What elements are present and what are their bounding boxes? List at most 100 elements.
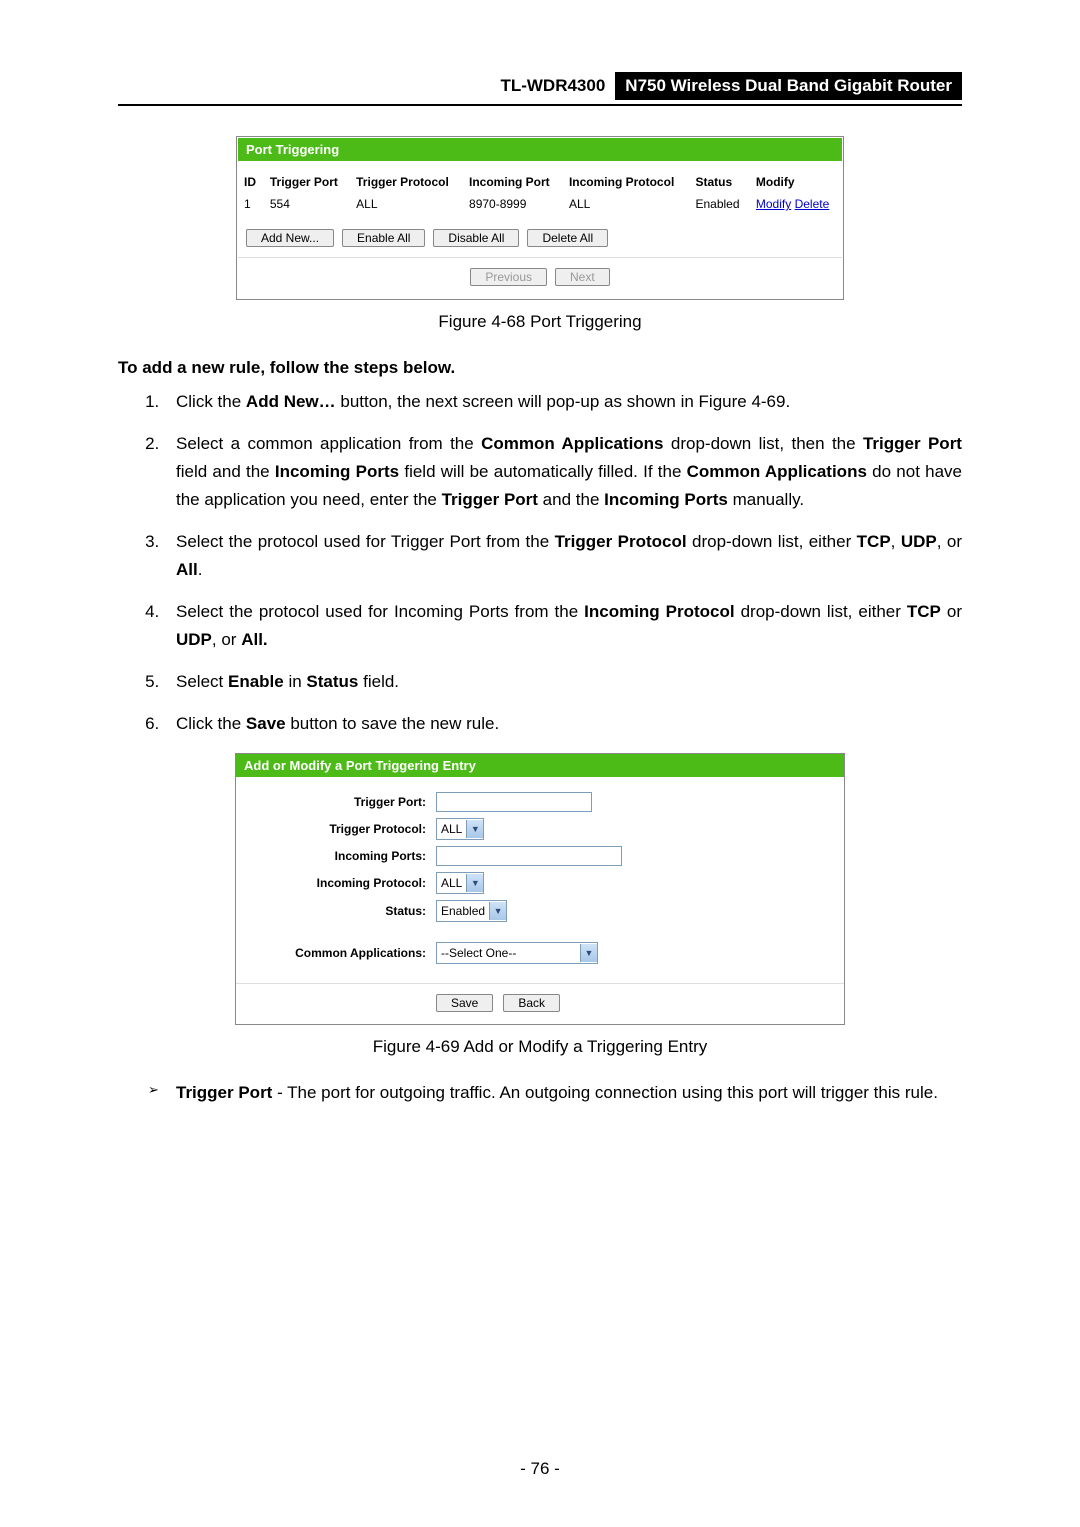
text-bold: UDP [901, 532, 937, 551]
add-modify-panel: Add or Modify a Port Triggering Entry Tr… [235, 753, 845, 1025]
step-6: Click the Save button to save the new ru… [164, 710, 962, 738]
bullet-trigger-port: Trigger Port - The port for outgoing tra… [148, 1079, 962, 1107]
trigger-protocol-select[interactable]: ALL ▼ [436, 818, 484, 840]
text: drop-down list, then the [664, 434, 863, 453]
cell-modify: Modify Delete [750, 193, 842, 215]
add-new-button[interactable]: Add New... [246, 229, 334, 247]
text-bold: Common Applications [481, 434, 663, 453]
text-bold: All [176, 560, 198, 579]
port-triggering-table: ID Trigger Port Trigger Protocol Incomin… [238, 171, 842, 215]
common-applications-select[interactable]: --Select One-- ▼ [436, 942, 598, 964]
text: button to save the new rule. [286, 714, 500, 733]
text-bold: TCP [857, 532, 891, 551]
text: manually. [728, 490, 804, 509]
step-5: Select Enable in Status field. [164, 668, 962, 696]
text-bold: Trigger Port [863, 434, 962, 453]
text-bold: Trigger Port [176, 1083, 272, 1102]
table-header-row: ID Trigger Port Trigger Protocol Incomin… [238, 171, 842, 193]
text-bold: Add New… [246, 392, 336, 411]
text: Select a common application from the [176, 434, 481, 453]
cell-incoming-protocol: ALL [563, 193, 690, 215]
page: TL-WDR4300 N750 Wireless Dual Band Gigab… [0, 0, 1080, 1527]
panel-title: Port Triggering [238, 138, 842, 161]
table-row: 1 554 ALL 8970-8999 ALL Enabled Modify D… [238, 193, 842, 215]
disable-all-button[interactable]: Disable All [433, 229, 519, 247]
col-trigger-protocol: Trigger Protocol [350, 171, 463, 193]
text: . [198, 560, 203, 579]
intro-heading: To add a new rule, follow the steps belo… [118, 354, 962, 382]
select-value: ALL [437, 876, 466, 890]
button-row: Add New... Enable All Disable All Delete… [238, 215, 842, 257]
delete-link[interactable]: Delete [795, 197, 830, 211]
col-trigger-port: Trigger Port [264, 171, 350, 193]
select-value: ALL [437, 822, 466, 836]
text-bold: UDP [176, 630, 212, 649]
text-bold: Save [246, 714, 286, 733]
text: , or [212, 630, 241, 649]
select-value: Enabled [437, 904, 489, 918]
form-row-trigger-protocol: Trigger Protocol: ALL ▼ [236, 815, 844, 843]
text: , [891, 532, 901, 551]
form-actions: Save Back [236, 983, 844, 1024]
panel-title: Add or Modify a Port Triggering Entry [236, 754, 844, 777]
text-bold: Status [306, 672, 358, 691]
col-id: ID [238, 171, 264, 193]
header-line: TL-WDR4300 N750 Wireless Dual Band Gigab… [118, 72, 962, 106]
model-label: TL-WDR4300 [500, 76, 605, 96]
save-button[interactable]: Save [436, 994, 493, 1012]
trigger-port-input[interactable] [436, 792, 592, 812]
text: drop-down list, either [735, 602, 907, 621]
text-bold: Enable [228, 672, 284, 691]
col-incoming-protocol: Incoming Protocol [563, 171, 690, 193]
label-common-applications: Common Applications: [236, 946, 436, 960]
cell-trigger-protocol: ALL [350, 193, 463, 215]
product-label: N750 Wireless Dual Band Gigabit Router [615, 72, 962, 100]
text: Select [176, 672, 228, 691]
text: field and the [176, 462, 275, 481]
text: , or [937, 532, 962, 551]
next-button[interactable]: Next [555, 268, 610, 286]
step-2: Select a common application from the Com… [164, 430, 962, 514]
enable-all-button[interactable]: Enable All [342, 229, 425, 247]
label-incoming-protocol: Incoming Protocol: [236, 876, 436, 890]
text: Select the protocol used for Trigger Por… [176, 532, 555, 551]
step-1: Click the Add New… button, the next scre… [164, 388, 962, 416]
select-value: --Select One-- [437, 946, 520, 960]
figure-caption-2: Figure 4-69 Add or Modify a Triggering E… [118, 1037, 962, 1057]
form-row-status: Status: Enabled ▼ [236, 897, 844, 925]
step-3: Select the protocol used for Trigger Por… [164, 528, 962, 584]
text: Click the [176, 714, 246, 733]
label-trigger-protocol: Trigger Protocol: [236, 822, 436, 836]
modify-link[interactable]: Modify [756, 197, 791, 211]
text-bold: Incoming Ports [275, 462, 399, 481]
form-row-trigger-port: Trigger Port: [236, 789, 844, 815]
text: field will be automatically filled. If t… [399, 462, 687, 481]
text-bold: Trigger Port [442, 490, 538, 509]
delete-all-button[interactable]: Delete All [527, 229, 608, 247]
col-status: Status [689, 171, 749, 193]
incoming-ports-input[interactable] [436, 846, 622, 866]
text-bold: Common Applications [687, 462, 867, 481]
text: in [284, 672, 307, 691]
status-select[interactable]: Enabled ▼ [436, 900, 507, 922]
text: drop-down list, either [687, 532, 857, 551]
chevron-down-icon: ▼ [489, 902, 506, 920]
cell-incoming-port: 8970-8999 [463, 193, 563, 215]
label-trigger-port: Trigger Port: [236, 795, 436, 809]
pagination-row: Previous Next [238, 257, 842, 298]
back-button[interactable]: Back [503, 994, 560, 1012]
figure-caption-1: Figure 4-68 Port Triggering [118, 312, 962, 332]
text: Select the protocol used for Incoming Po… [176, 602, 584, 621]
text-bold: All. [241, 630, 267, 649]
text-bold: Trigger Protocol [555, 532, 687, 551]
text-bold: Incoming Ports [604, 490, 728, 509]
text-bold: TCP [907, 602, 941, 621]
text: Click the [176, 392, 246, 411]
previous-button[interactable]: Previous [470, 268, 547, 286]
text: button, the next screen will pop-up as s… [336, 392, 791, 411]
text: field. [358, 672, 399, 691]
cell-status: Enabled [689, 193, 749, 215]
incoming-protocol-select[interactable]: ALL ▼ [436, 872, 484, 894]
chevron-down-icon: ▼ [466, 874, 483, 892]
cell-id: 1 [238, 193, 264, 215]
